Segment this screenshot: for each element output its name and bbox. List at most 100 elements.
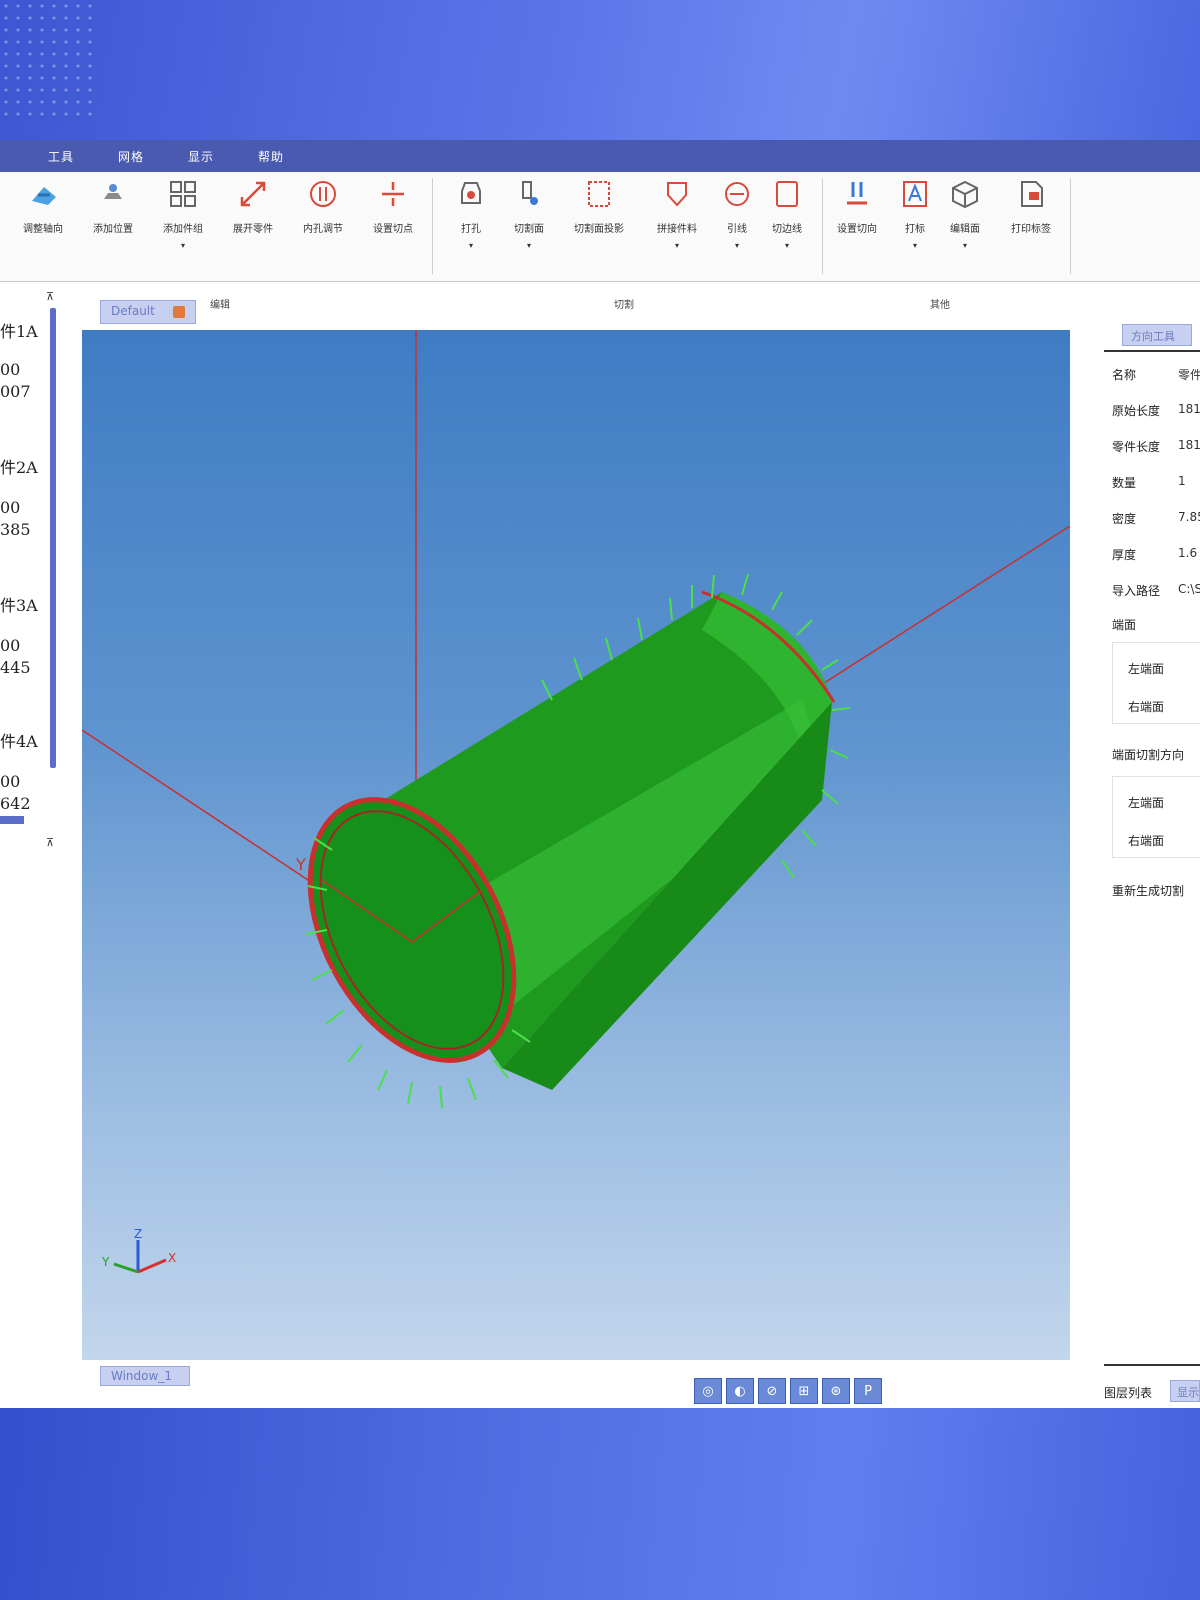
prop-row: 厚度 1.6: [1112, 546, 1198, 562]
prop-row: 密度7.85: [1112, 510, 1200, 526]
drill-icon: [453, 176, 489, 212]
group-label-edit: 编辑: [210, 300, 230, 311]
tool-expand-part[interactable]: 展开零件: [218, 176, 288, 262]
vertical-scrollbar[interactable]: [50, 308, 56, 768]
menu-tools[interactable]: 工具: [48, 148, 118, 165]
cylinder-model: [307, 590, 836, 1090]
print-label-icon: [1013, 176, 1049, 212]
tool-edge[interactable]: 切边线 ▾: [752, 176, 822, 262]
cut-direction-icon: [839, 176, 875, 212]
group-label-cut: 切割: [614, 300, 634, 311]
right-end-face-button[interactable]: 右端面: [1128, 698, 1164, 715]
tab-window-1[interactable]: Window_1: [100, 1366, 190, 1386]
mark-icon: [897, 176, 933, 212]
tool-cut-point[interactable]: 设置切点: [358, 176, 428, 262]
pin-icon[interactable]: ⊼: [46, 290, 54, 303]
app-window: 工具 网格 显示 帮助 调整轴向 添加位置 添加件组 ▾ 展开零件 内孔调节 设置…: [0, 140, 1200, 1408]
tool-adjust-axis[interactable]: 调整轴向: [8, 176, 78, 262]
chevron-down-icon[interactable]: ▾: [752, 241, 822, 250]
ribbon-separator: [432, 178, 433, 274]
view-button-5[interactable]: ⊛: [822, 1378, 850, 1404]
show-button[interactable]: 显示: [1170, 1380, 1200, 1402]
list-item-value: 642: [0, 794, 31, 813]
prop-row: 名称 零件: [1112, 368, 1200, 382]
chevron-down-icon[interactable]: ▾: [148, 241, 218, 250]
view-button-3[interactable]: ⊘: [758, 1378, 786, 1404]
tool-add-group[interactable]: 添加件组 ▾: [148, 176, 218, 262]
section-label-end-face: 端面: [1112, 618, 1137, 632]
tool-edit-face[interactable]: 编辑面 ▾: [930, 176, 1000, 262]
axis-line-right: [809, 525, 1070, 693]
tab-default[interactable]: Default: [100, 300, 196, 324]
regenerate-cut-button[interactable]: 重新生成切割: [1112, 882, 1200, 900]
menu-help[interactable]: 帮助: [258, 148, 328, 165]
pin-icon[interactable]: ⊼: [46, 836, 54, 849]
list-item-value: 00: [0, 636, 21, 655]
view-button-p[interactable]: P: [854, 1378, 882, 1404]
layer-list-label: 图层列表: [1104, 1386, 1153, 1400]
prop-row: 零件长度 181: [1112, 438, 1200, 454]
view-button-2[interactable]: ◐: [726, 1378, 754, 1404]
triad-z: Z: [134, 1227, 142, 1241]
axis-triad-icon: Z X Y: [101, 1227, 176, 1274]
chevron-down-icon[interactable]: ▾: [494, 241, 564, 250]
prop-row: 原始长度 181: [1112, 402, 1200, 418]
dot-pattern: [0, 0, 100, 120]
divider: [1104, 1364, 1200, 1366]
cut-point-icon: [375, 176, 411, 212]
axis-label-y: Y: [295, 855, 306, 874]
model-canvas: Y Z X Y: [82, 330, 1070, 1274]
tool-cut-face[interactable]: 切割面 ▾: [494, 176, 564, 262]
menu-mesh[interactable]: 网格: [118, 148, 188, 165]
part-list-panel: ⊼ 件1A 00 007 件2A 00 385 件3A 00 445 件4A 0…: [0, 290, 60, 1350]
prop-row: 导入路径C:\SK: [1112, 582, 1200, 598]
right-cut-button[interactable]: 右端面: [1128, 832, 1164, 849]
chevron-down-icon[interactable]: ▾: [930, 241, 1000, 250]
expand-icon: [235, 176, 271, 212]
triad-y: Y: [101, 1255, 110, 1269]
list-item[interactable]: 件4A: [0, 728, 38, 752]
section-label-cut-direction: 端面切割方向: [1112, 748, 1185, 762]
tool-print-label[interactable]: 打印标签: [996, 176, 1066, 262]
cube-icon: [947, 176, 983, 212]
prop-row: 数量 1: [1112, 474, 1186, 490]
lead-icon: [719, 176, 755, 212]
ribbon-toolbar: 调整轴向 添加位置 添加件组 ▾ 展开零件 内孔调节 设置切点 打孔 ▾ 切割面 ▾ …: [0, 172, 1200, 311]
list-item-value: 007: [0, 382, 31, 401]
view-toolbar: ◎ ◐ ⊘ ⊞ ⊛ P: [694, 1378, 882, 1404]
edge-icon: [769, 176, 805, 212]
list-item[interactable]: 件1A: [0, 318, 38, 342]
axis-arrow-icon: [25, 176, 61, 212]
view-button-4[interactable]: ⊞: [790, 1378, 818, 1404]
menu-view[interactable]: 显示: [188, 148, 258, 165]
list-item-value: 445: [0, 658, 31, 677]
properties-panel: 方向工具 名称零件 原始长度181 零件长度181 数量1 密度7.85 厚度1…: [1100, 290, 1200, 1400]
tool-add-position[interactable]: 添加位置: [78, 176, 148, 262]
group-label-other: 其他: [930, 300, 950, 311]
list-item[interactable]: 件2A: [0, 454, 38, 478]
projection-icon: [581, 176, 617, 212]
list-item[interactable]: 件3A: [0, 592, 38, 616]
3d-viewport[interactable]: Y Z X Y: [82, 330, 1070, 1360]
list-item-value: 385: [0, 520, 31, 539]
left-cut-button[interactable]: 左端面: [1128, 794, 1164, 811]
close-icon[interactable]: [173, 306, 185, 318]
ribbon-separator: [1070, 178, 1071, 274]
cut-face-icon: [511, 176, 547, 212]
position-icon: [95, 176, 131, 212]
list-item-value: 00: [0, 498, 21, 517]
background-top: [0, 0, 1200, 140]
divider: [1104, 350, 1200, 352]
grid-icon: [165, 176, 201, 212]
horizontal-scrollbar[interactable]: [0, 816, 24, 824]
tab-direction-tools[interactable]: 方向工具: [1122, 324, 1192, 346]
triad-x: X: [168, 1251, 176, 1265]
view-button-1[interactable]: ◎: [694, 1378, 722, 1404]
tool-hole-adjust[interactable]: 内孔调节: [288, 176, 358, 262]
list-item-value: 00: [0, 360, 21, 379]
list-item-value: 00: [0, 772, 21, 791]
left-end-face-button[interactable]: 左端面: [1128, 660, 1164, 677]
axis-line-left: [82, 729, 309, 881]
tool-projection[interactable]: 切割面投影: [564, 176, 634, 262]
menu-bar: 工具 网格 显示 帮助: [0, 140, 1200, 172]
